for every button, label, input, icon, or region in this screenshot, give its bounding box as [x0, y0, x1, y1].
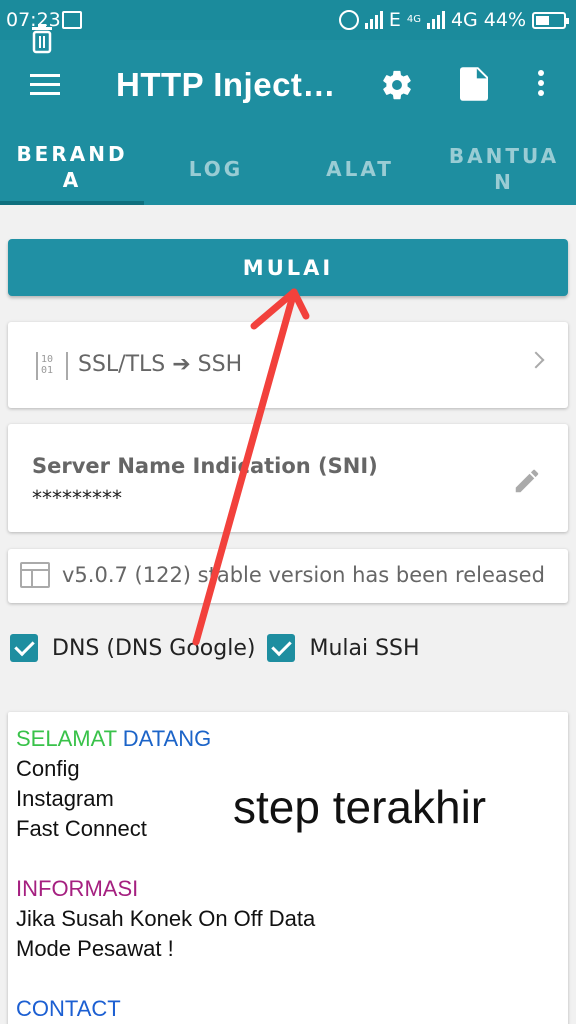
tab-beranda[interactable]: BERANDA [0, 132, 144, 205]
binary-icon: 10 01 [36, 352, 68, 380]
chevron-right-icon [527, 351, 545, 369]
network-type-1: E [388, 9, 401, 31]
calendar-icon [20, 562, 50, 588]
battery-percent: 44% [483, 9, 526, 31]
ssh-checkbox[interactable] [267, 634, 296, 662]
tunnel-mode-card[interactable]: 10 01 SSL/TLS ➔ SSH [8, 322, 568, 408]
edit-icon[interactable] [512, 466, 542, 496]
app-bar: HTTP Inject… [0, 24, 576, 132]
tab-log[interactable]: LOG [144, 132, 288, 205]
tab-bantuan[interactable]: BANTUAN [432, 132, 576, 205]
dns-label: DNS (DNS Google) [52, 635, 256, 661]
tab-alat[interactable]: ALAT [288, 132, 432, 205]
network-tag: 4G [406, 14, 421, 25]
document-icon[interactable] [460, 67, 488, 101]
tab-bar: BERANDA LOG ALAT BANTUAN [0, 132, 576, 205]
signal-icon [364, 11, 383, 29]
menu-icon[interactable] [30, 74, 60, 96]
tunnel-mode-label: SSL/TLS ➔ SSH [78, 352, 243, 377]
info-line: Jika Susah Konek On Off Data [16, 906, 316, 931]
network-type-2: 4G [450, 9, 478, 31]
dns-checkbox[interactable] [10, 634, 38, 662]
battery-icon [532, 11, 569, 29]
welcome-heading: SELAMAT DATANG [16, 726, 212, 751]
contact-heading: CONTACT [16, 996, 121, 1021]
info-heading: INFORMASI [16, 876, 139, 901]
status-bar: 07:23 E 4G 4G 44% [0, 0, 576, 40]
sni-value: ********* [32, 486, 122, 510]
status-icons: E 4G 4G 44% [338, 9, 569, 31]
gear-icon[interactable] [380, 68, 414, 102]
ssh-label: Mulai SSH [309, 635, 420, 661]
screenshot-icon [62, 11, 82, 29]
trash-icon[interactable] [30, 24, 54, 54]
sni-title: Server Name Indication (SNI) [32, 454, 378, 478]
options-row: DNS (DNS Google) Mulai SSH [10, 634, 432, 662]
update-notice-card[interactable]: v5.0.7 (122) stable version has been rel… [8, 549, 568, 603]
start-button[interactable]: MULAI [8, 239, 568, 296]
app-title: HTTP Inject… [116, 66, 336, 103]
sni-card[interactable]: Server Name Indication (SNI) ********* [8, 424, 568, 532]
more-vert-icon[interactable] [536, 70, 546, 100]
welcome-message-card: SELAMAT DATANG Config Instagram Fast Con… [8, 712, 568, 1024]
info-line: Mode Pesawat ! [16, 936, 174, 961]
signal-icon-2 [426, 11, 445, 29]
update-notice-text: v5.0.7 (122) stable version has been rel… [62, 563, 545, 587]
annotation-text: step terakhir [233, 781, 487, 833]
alarm-icon [338, 10, 359, 30]
